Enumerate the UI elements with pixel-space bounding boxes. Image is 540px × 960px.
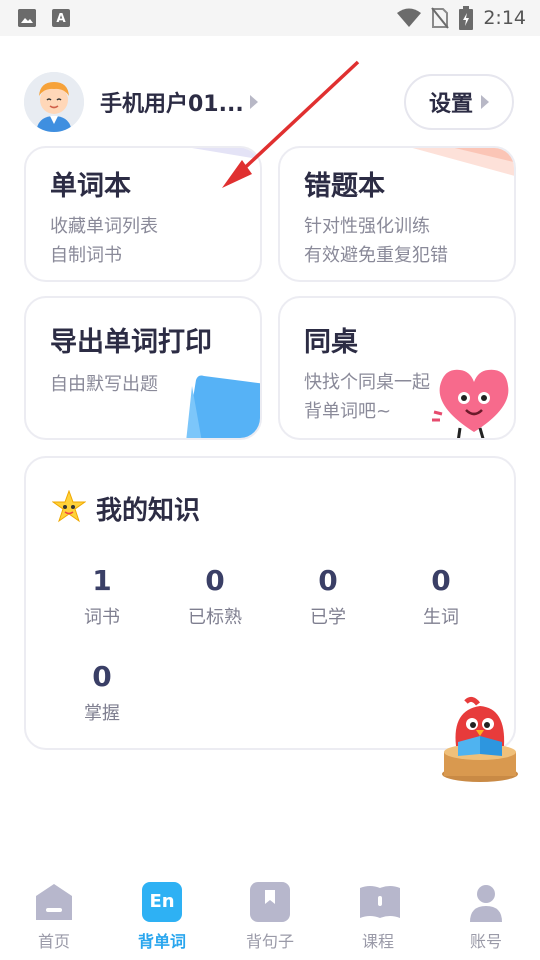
- a-icon: A: [52, 9, 70, 27]
- tab-home[interactable]: 首页: [9, 882, 99, 952]
- card-export-print[interactable]: 导出单词打印 自由默写出题: [24, 296, 262, 440]
- stat-familiar[interactable]: 0 已标熟: [170, 564, 260, 629]
- nav-label: 首页: [37, 932, 70, 951]
- stat-value: 0: [431, 564, 451, 597]
- nav-label: 账号: [469, 932, 502, 951]
- wordbook-decoration: [156, 148, 260, 176]
- card-subtitle: 针对性强化训练: [304, 216, 430, 237]
- card-title: 导出单词打印: [50, 327, 212, 358]
- home-icon: [34, 882, 74, 922]
- card-deskmate[interactable]: 同桌 快找个同桌一起 背单词吧~: [278, 296, 516, 440]
- stat-wordbooks[interactable]: 1 词书: [57, 564, 147, 629]
- wifi-icon: [397, 8, 422, 27]
- nav-label: 课程: [361, 932, 394, 951]
- battery-icon: [459, 6, 474, 30]
- book-icon: [358, 882, 400, 922]
- stat-label: 生词: [423, 607, 459, 628]
- chevron-right-icon: [249, 95, 258, 109]
- card-subtitle: 快找个同桌一起: [304, 372, 430, 393]
- stat-label: 已学: [310, 607, 346, 628]
- bird-reading-mascot-icon: [436, 696, 526, 790]
- stat-learned[interactable]: 0 已学: [283, 564, 373, 629]
- stat-label: 词书: [84, 607, 120, 628]
- stat-value: 0: [92, 660, 112, 693]
- paper-decoration: [182, 372, 260, 438]
- stat-value: 1: [92, 564, 112, 597]
- status-bar: A 2:14: [0, 0, 540, 36]
- stat-label: 已标熟: [188, 607, 242, 628]
- clock: 2:14: [483, 7, 526, 29]
- card-subtitle: 有效避免重复犯错: [304, 245, 448, 266]
- card-title: 单词本: [50, 171, 131, 202]
- stat-new-words[interactable]: 0 生词: [396, 564, 486, 629]
- username[interactable]: 手机用户01...: [100, 86, 244, 118]
- stat-value: 0: [318, 564, 338, 597]
- stat-label: 掌握: [84, 703, 120, 724]
- card-subtitle: 背单词吧~: [304, 401, 392, 422]
- stat-mastered[interactable]: 0 掌握: [57, 660, 147, 725]
- stat-value: 0: [205, 564, 225, 597]
- knowledge-title: 我的知识: [96, 496, 201, 526]
- chevron-right-icon: [481, 95, 489, 109]
- nav-label: 背单词: [137, 932, 186, 951]
- no-sim-icon: [431, 7, 450, 29]
- star-icon: [51, 489, 87, 524]
- settings-button[interactable]: 设置: [404, 74, 514, 130]
- tab-courses[interactable]: 课程: [333, 882, 423, 952]
- card-subtitle: 自由默写出题: [50, 374, 158, 395]
- card-subtitle: 收藏单词列表: [50, 216, 158, 237]
- card-title: 同桌: [304, 327, 358, 358]
- profile-row[interactable]: 手机用户01...: [24, 72, 258, 132]
- heart-mascot-icon: [430, 362, 514, 438]
- tab-words[interactable]: En 背单词: [117, 882, 207, 952]
- settings-label: 设置: [428, 92, 473, 117]
- tab-account[interactable]: 账号: [441, 882, 531, 952]
- card-mistakes[interactable]: 错题本 针对性强化训练 有效避免重复犯错: [278, 146, 516, 282]
- image-icon: [18, 9, 36, 27]
- avatar[interactable]: [24, 72, 84, 132]
- nav-label: 背句子: [245, 932, 294, 951]
- card-wordbook[interactable]: 单词本 收藏单词列表 自制词书: [24, 146, 262, 282]
- tab-sentences[interactable]: 背句子: [225, 882, 315, 952]
- person-icon: [466, 882, 506, 922]
- mistakes-decoration: [398, 148, 514, 188]
- card-title: 错题本: [304, 171, 385, 202]
- bottom-nav: 首页 En 背单词 背句子 课程 账号: [0, 870, 540, 960]
- bookmark-icon: [250, 882, 290, 922]
- card-subtitle: 自制词书: [50, 245, 122, 266]
- en-icon: En: [142, 882, 182, 922]
